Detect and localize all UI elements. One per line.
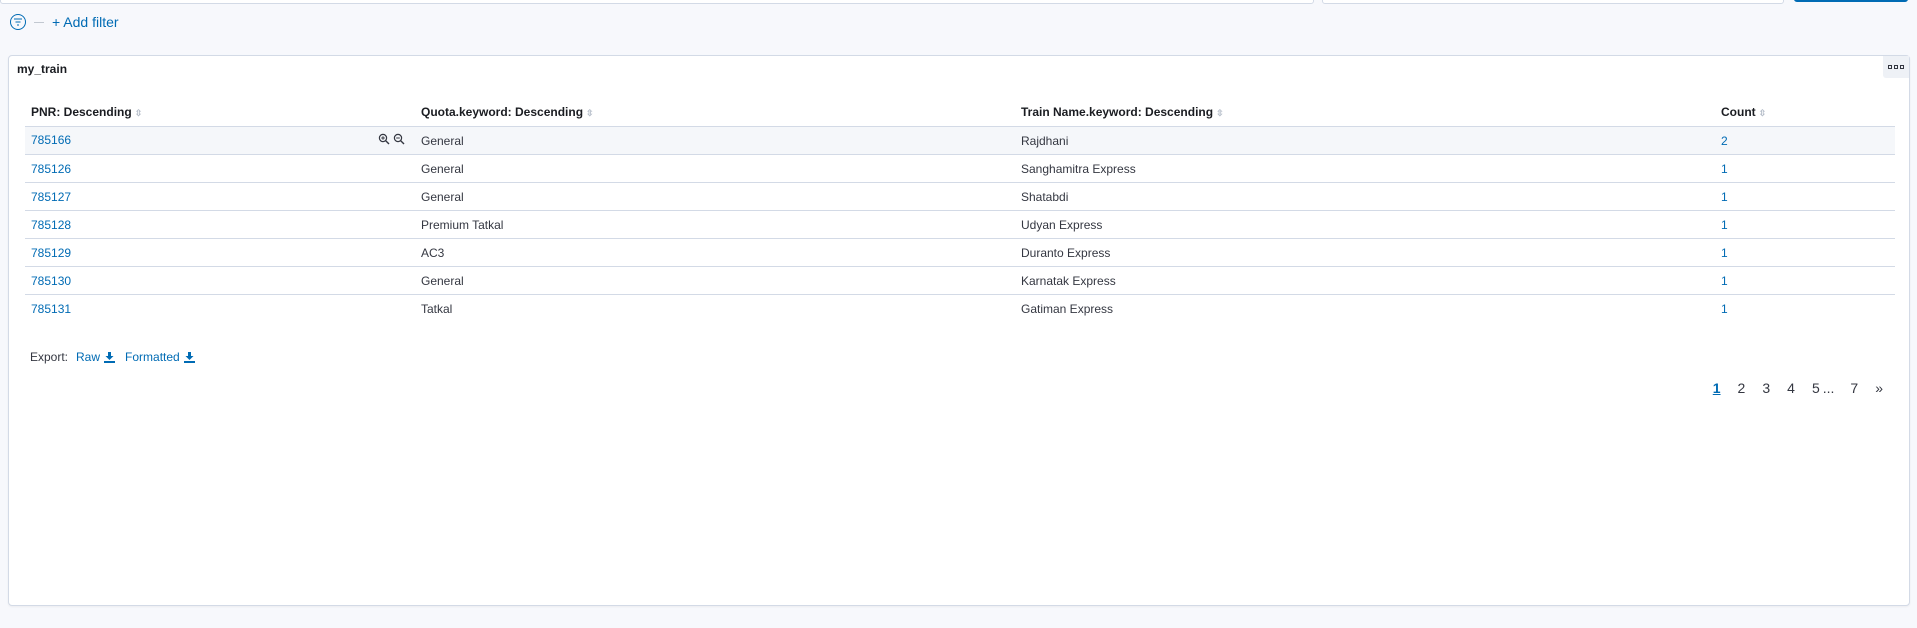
- quota-cell: General: [415, 266, 1015, 295]
- train-name-cell: Gatiman Express: [1015, 294, 1715, 322]
- sort-icon[interactable]: ⇳: [135, 108, 143, 118]
- count-value: 1: [1721, 189, 1728, 204]
- train-name-cell: Rajdhani: [1015, 126, 1715, 155]
- download-icon: [104, 351, 116, 363]
- page-2-button[interactable]: 2: [1738, 380, 1746, 396]
- quota-cell: General: [415, 126, 1015, 155]
- train-name-cell: Karnatak Express: [1015, 266, 1715, 295]
- pnr-value[interactable]: 785128: [31, 218, 71, 232]
- table-row: 785131 Tatkal Gatiman Express 1: [25, 294, 1895, 322]
- export-formatted-button[interactable]: Formatted: [125, 350, 195, 364]
- sort-icon[interactable]: ⇳: [1759, 108, 1767, 118]
- table-row: 785166 General Rajdhani 2: [25, 126, 1895, 155]
- table-header: PNR: Descending ⇳ Quota.keyword: Descendi…: [25, 98, 1895, 127]
- table-row: 785126 General Sanghamitra Express 1: [25, 154, 1895, 183]
- column-header-pnr[interactable]: PNR: Descending ⇳: [25, 98, 415, 127]
- export-raw-button[interactable]: Raw: [76, 350, 116, 364]
- filter-icon[interactable]: [10, 14, 26, 30]
- export-bar: Export: Raw Formatted: [30, 350, 205, 364]
- page-3-button[interactable]: 3: [1762, 380, 1770, 396]
- page-4-button[interactable]: 4: [1787, 380, 1795, 396]
- count-value: 1: [1721, 217, 1728, 232]
- pnr-value[interactable]: 785166: [31, 133, 71, 147]
- pnr-value[interactable]: 785129: [31, 246, 71, 260]
- count-value: 1: [1721, 301, 1728, 316]
- count-value: 1: [1721, 161, 1728, 176]
- date-picker[interactable]: [1322, 0, 1784, 4]
- quota-cell: Premium Tatkal: [415, 210, 1015, 239]
- top-query-bar: [0, 0, 1917, 4]
- sort-icon[interactable]: ⇳: [1216, 108, 1224, 118]
- train-name-cell: Shatabdi: [1015, 182, 1715, 211]
- pagination: 1 2 3 4 5 ... 7 »: [1696, 380, 1883, 396]
- page-7-button[interactable]: 7: [1850, 380, 1858, 396]
- add-filter-button[interactable]: + Add filter: [52, 14, 119, 30]
- quota-cell: General: [415, 182, 1015, 211]
- data-table: PNR: Descending ⇳ Quota.keyword: Descendi…: [25, 98, 1895, 322]
- table-row: 785130 General Karnatak Express 1: [25, 266, 1895, 295]
- quota-cell: Tatkal: [415, 294, 1015, 322]
- page-ellipsis: ...: [1822, 380, 1835, 396]
- column-header-count[interactable]: Count ⇳: [1715, 98, 1895, 127]
- train-name-cell: Duranto Express: [1015, 238, 1715, 267]
- count-value: 2: [1721, 133, 1728, 148]
- page-1-button[interactable]: 1: [1713, 380, 1721, 396]
- pnr-value[interactable]: 785127: [31, 190, 71, 204]
- pnr-value[interactable]: 785131: [31, 302, 71, 316]
- next-page-button[interactable]: »: [1875, 380, 1883, 396]
- table-row: 785127 General Shatabdi 1: [25, 182, 1895, 211]
- column-header-quota[interactable]: Quota.keyword: Descending ⇳: [415, 98, 1015, 127]
- quota-cell: General: [415, 154, 1015, 183]
- page-5-button[interactable]: 5: [1812, 380, 1820, 396]
- pnr-value[interactable]: 785130: [31, 274, 71, 288]
- column-header-train-name[interactable]: Train Name.keyword: Descending ⇳: [1015, 98, 1715, 127]
- visualization-panel: my_train PNR: Descending ⇳ Quota.keyword:…: [8, 55, 1910, 606]
- train-name-cell: Sanghamitra Express: [1015, 154, 1715, 183]
- quota-cell: AC3: [415, 238, 1015, 267]
- count-value: 1: [1721, 245, 1728, 260]
- filter-separator: [34, 21, 44, 23]
- count-value: 1: [1721, 273, 1728, 288]
- panel-title: my_train: [17, 62, 68, 76]
- update-button[interactable]: [1794, 0, 1908, 2]
- sort-icon[interactable]: ⇳: [586, 108, 594, 118]
- pnr-value[interactable]: 785126: [31, 162, 71, 176]
- train-name-cell: Udyan Express: [1015, 210, 1715, 239]
- zoom-in-icon[interactable]: [378, 133, 390, 148]
- filter-bar: + Add filter: [10, 12, 119, 32]
- export-label: Export:: [30, 350, 69, 364]
- table-row: 785129 AC3 Duranto Express 1: [25, 238, 1895, 267]
- panel-options-icon[interactable]: [1883, 56, 1909, 78]
- table-row: 785128 Premium Tatkal Udyan Express 1: [25, 210, 1895, 239]
- zoom-out-icon[interactable]: [393, 133, 405, 148]
- query-input[interactable]: [0, 0, 1314, 4]
- download-icon: [183, 351, 195, 363]
